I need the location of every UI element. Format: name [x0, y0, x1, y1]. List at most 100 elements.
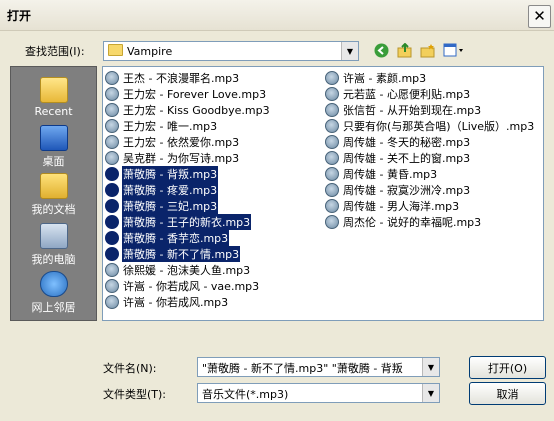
- list-item[interactable]: 吴克群 - 为你写诗.mp3: [105, 150, 240, 165]
- list-item-selected[interactable]: 萧敬腾 - 三妃.mp3: [105, 197, 219, 214]
- filetype-value: 音乐文件(*.mp3): [202, 388, 289, 401]
- close-button[interactable]: ✕: [528, 5, 551, 28]
- list-item-selected[interactable]: 萧敬腾 - 王子的新衣.mp3: [105, 213, 252, 230]
- list-item[interactable]: 王力宏 - 依然爱你.mp3: [105, 134, 240, 149]
- lookin-value: Vampire: [127, 45, 173, 58]
- recent-folder-icon: [39, 77, 68, 103]
- title-bar: 打开 ✕: [0, 0, 554, 31]
- lookin-label: 查找范围(I):: [25, 45, 85, 58]
- file-name: 王力宏 - Kiss Goodbye.mp3: [123, 103, 270, 117]
- list-item[interactable]: 周传雄 - 冬天的秘密.mp3: [325, 134, 471, 149]
- file-name: 周传雄 - 男人海洋.mp3: [343, 199, 460, 213]
- mp3-file-icon: [325, 150, 339, 165]
- place-my-computer-label: 我的电脑: [31, 253, 76, 266]
- list-item[interactable]: 王力宏 - 唯一.mp3: [105, 118, 218, 133]
- mp3-file-icon: [105, 278, 119, 293]
- list-item[interactable]: 周传雄 - 关不上的窗.mp3: [325, 150, 471, 165]
- mp3-file-icon: [105, 150, 119, 165]
- place-recent[interactable]: Recent: [11, 77, 96, 118]
- chevron-down-icon[interactable]: ▼: [422, 358, 439, 376]
- file-name: 元若蓝 - 心愿便利贴.mp3: [343, 87, 471, 101]
- mp3-file-icon: [105, 86, 119, 101]
- mp3-file-icon: [105, 262, 119, 277]
- place-network-label: 网上邻居: [31, 301, 76, 314]
- file-name: 周传雄 - 黄昏.mp3: [343, 167, 438, 181]
- file-name: 周传雄 - 寂寞沙洲冷.mp3: [343, 183, 471, 197]
- filetype-label: 文件类型(T):: [103, 388, 167, 401]
- dialog-title: 打开: [7, 9, 32, 23]
- open-button[interactable]: 打开(O): [469, 356, 546, 379]
- mp3-file-icon: [105, 102, 119, 117]
- file-name: 萧敬腾 - 香芋恋.mp3: [122, 229, 230, 246]
- list-item-selected[interactable]: 萧敬腾 - 背叛.mp3: [105, 165, 219, 182]
- file-name: 萧敬腾 - 新不了情.mp3: [122, 245, 241, 262]
- list-item-selected[interactable]: 萧敬腾 - 香芋恋.mp3: [105, 229, 230, 246]
- file-name: 周杰伦 - 说好的幸福呢.mp3: [343, 215, 482, 229]
- list-item[interactable]: 徐熙媛 - 泡沫美人鱼.mp3: [105, 262, 251, 277]
- file-list[interactable]: 王杰 - 不浪漫罪名.mp3 王力宏 - Forever Love.mp3 王力…: [102, 66, 544, 321]
- list-item[interactable]: 周传雄 - 寂寞沙洲冷.mp3: [325, 182, 471, 197]
- cancel-button-label: 取消: [496, 387, 519, 401]
- new-folder-icon[interactable]: [419, 42, 436, 59]
- filetype-dropdown[interactable]: 音乐文件(*.mp3) ▼: [197, 383, 440, 403]
- mp3-file-icon: [325, 86, 339, 101]
- mp3-file-icon: [105, 230, 119, 245]
- file-name: 王力宏 - 唯一.mp3: [123, 119, 218, 133]
- chevron-down-icon[interactable]: ▼: [422, 384, 439, 402]
- folder-up-icon[interactable]: [396, 42, 413, 59]
- list-item[interactable]: 周传雄 - 黄昏.mp3: [325, 166, 438, 181]
- list-item[interactable]: 元若蓝 - 心愿便利贴.mp3: [325, 86, 471, 101]
- file-name: 王力宏 - Forever Love.mp3: [123, 87, 267, 101]
- mp3-file-icon: [325, 166, 339, 181]
- place-recent-label: Recent: [34, 105, 73, 118]
- list-item[interactable]: 许嵩 - 素颜.mp3: [325, 70, 427, 85]
- list-item[interactable]: 王力宏 - Kiss Goodbye.mp3: [105, 102, 271, 117]
- file-name: 萧敬腾 - 疼爱.mp3: [122, 181, 219, 198]
- mp3-file-icon: [325, 70, 339, 85]
- folder-icon: [108, 44, 123, 56]
- place-my-documents-label: 我的文档: [31, 203, 76, 216]
- filename-label: 文件名(N):: [103, 362, 157, 375]
- close-icon: ✕: [533, 7, 546, 25]
- mp3-file-icon: [325, 118, 339, 133]
- place-desktop-label: 桌面: [42, 155, 65, 168]
- back-arrow-icon[interactable]: [373, 42, 390, 59]
- list-item-selected[interactable]: 萧敬腾 - 疼爱.mp3: [105, 181, 219, 198]
- list-item[interactable]: 王杰 - 不浪漫罪名.mp3: [105, 70, 240, 85]
- file-name: 萧敬腾 - 三妃.mp3: [122, 197, 219, 214]
- mp3-file-icon: [105, 70, 119, 85]
- list-item[interactable]: 只要有你(与那英合唱)（Live版）.mp3: [325, 118, 535, 133]
- view-menu-icon[interactable]: [442, 42, 466, 59]
- mp3-file-icon: [325, 214, 339, 229]
- places-bar: Recent 桌面 我的文档 我的电脑 网上邻居: [10, 66, 97, 321]
- lookin-dropdown[interactable]: Vampire ▼: [103, 41, 359, 61]
- mp3-file-icon: [325, 198, 339, 213]
- list-item[interactable]: 周杰伦 - 说好的幸福呢.mp3: [325, 214, 482, 229]
- list-item[interactable]: 许嵩 - 你若成风 - vae.mp3: [105, 278, 260, 293]
- list-item[interactable]: 张信哲 - 从开始到现在.mp3: [325, 102, 482, 117]
- place-desktop[interactable]: 桌面: [11, 125, 96, 169]
- mp3-file-icon: [105, 294, 119, 309]
- list-item-selected[interactable]: 萧敬腾 - 新不了情.mp3: [105, 245, 241, 262]
- file-name: 王杰 - 不浪漫罪名.mp3: [123, 71, 240, 85]
- list-item[interactable]: 周传雄 - 男人海洋.mp3: [325, 198, 460, 213]
- mp3-file-icon: [325, 134, 339, 149]
- my-documents-icon: [39, 173, 68, 199]
- cancel-button[interactable]: 取消: [469, 382, 546, 405]
- place-network[interactable]: 网上邻居: [11, 271, 96, 315]
- filename-value: "萧敬腾 - 新不了情.mp3" "萧敬腾 - 背叛: [202, 362, 403, 375]
- list-item[interactable]: 王力宏 - Forever Love.mp3: [105, 86, 267, 101]
- file-name: 萧敬腾 - 王子的新衣.mp3: [122, 213, 252, 230]
- file-name: 徐熙媛 - 泡沫美人鱼.mp3: [123, 263, 251, 277]
- file-name: 只要有你(与那英合唱)（Live版）.mp3: [343, 119, 535, 133]
- chevron-down-icon[interactable]: ▼: [341, 42, 358, 60]
- file-name: 许嵩 - 你若成风.mp3: [123, 295, 229, 309]
- list-item[interactable]: 许嵩 - 你若成风.mp3: [105, 294, 229, 309]
- mp3-file-icon: [105, 118, 119, 133]
- mp3-file-icon: [325, 102, 339, 117]
- place-my-computer[interactable]: 我的电脑: [11, 223, 96, 267]
- mp3-file-icon: [105, 166, 119, 181]
- filename-input[interactable]: "萧敬腾 - 新不了情.mp3" "萧敬腾 - 背叛 ▼: [197, 357, 440, 377]
- file-name: 周传雄 - 冬天的秘密.mp3: [343, 135, 471, 149]
- place-my-documents[interactable]: 我的文档: [11, 173, 96, 217]
